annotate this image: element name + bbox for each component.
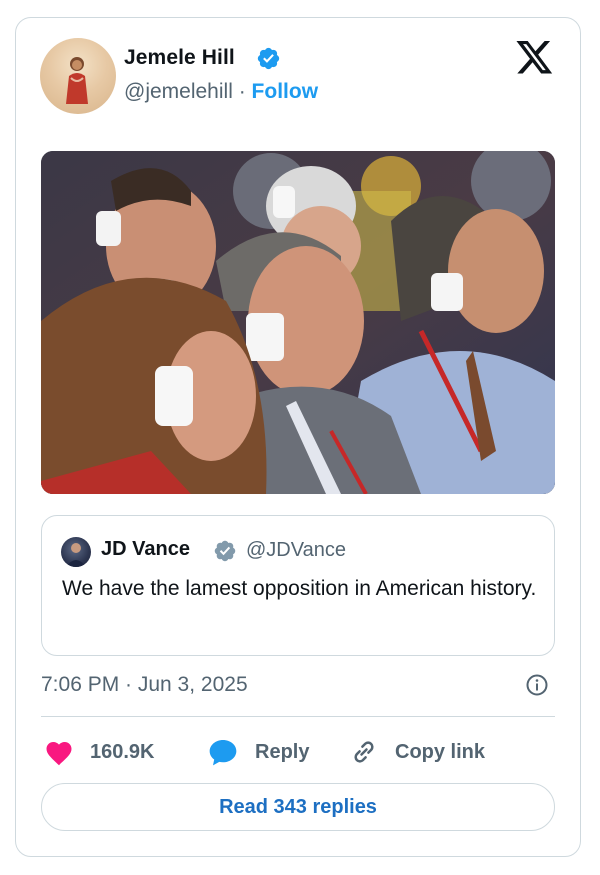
x-logo-icon[interactable] — [516, 41, 554, 75]
verified-badge-icon — [257, 47, 280, 70]
reply-bubble-icon — [209, 740, 237, 766]
like-button[interactable]: 160.9K — [44, 735, 155, 769]
avatar-figure-icon — [66, 57, 88, 104]
copy-link-button[interactable]: Copy link — [349, 735, 485, 769]
author-avatar[interactable] — [40, 38, 116, 114]
quote-author-handle[interactable]: @JDVance — [246, 539, 346, 562]
tweet-timestamp[interactable]: 7:06 PM · Jun 3, 2025 — [41, 673, 248, 697]
verified-badge-gray-icon — [214, 540, 236, 562]
author-handle-row: @jemelehill · Follow — [124, 80, 318, 104]
link-icon — [354, 741, 374, 763]
reply-label: Reply — [255, 740, 310, 763]
author-name[interactable]: Jemele Hill — [124, 46, 235, 70]
author-handle[interactable]: @jemelehill — [124, 80, 233, 103]
follow-button[interactable]: Follow — [252, 80, 319, 103]
tweet-photo[interactable] — [41, 151, 555, 494]
read-replies-button[interactable]: Read 343 replies — [41, 783, 555, 831]
heart-icon — [46, 742, 72, 766]
divider — [41, 716, 555, 717]
quote-text: We have the lamest opposition in America… — [62, 577, 537, 600]
info-icon[interactable] — [525, 673, 549, 697]
like-count: 160.9K — [90, 740, 155, 763]
quote-author-avatar[interactable] — [61, 537, 91, 567]
handle-separator: · — [238, 80, 246, 103]
quote-author-name[interactable]: JD Vance — [101, 538, 190, 561]
photo-people-with-ear-bandages — [41, 151, 555, 494]
quote-avatar-figure-icon — [66, 543, 86, 567]
quoted-tweet[interactable]: JD Vance @JDVance We have the lamest opp… — [41, 515, 555, 656]
reply-button[interactable]: Reply — [207, 735, 309, 769]
copy-link-label: Copy link — [395, 740, 486, 763]
